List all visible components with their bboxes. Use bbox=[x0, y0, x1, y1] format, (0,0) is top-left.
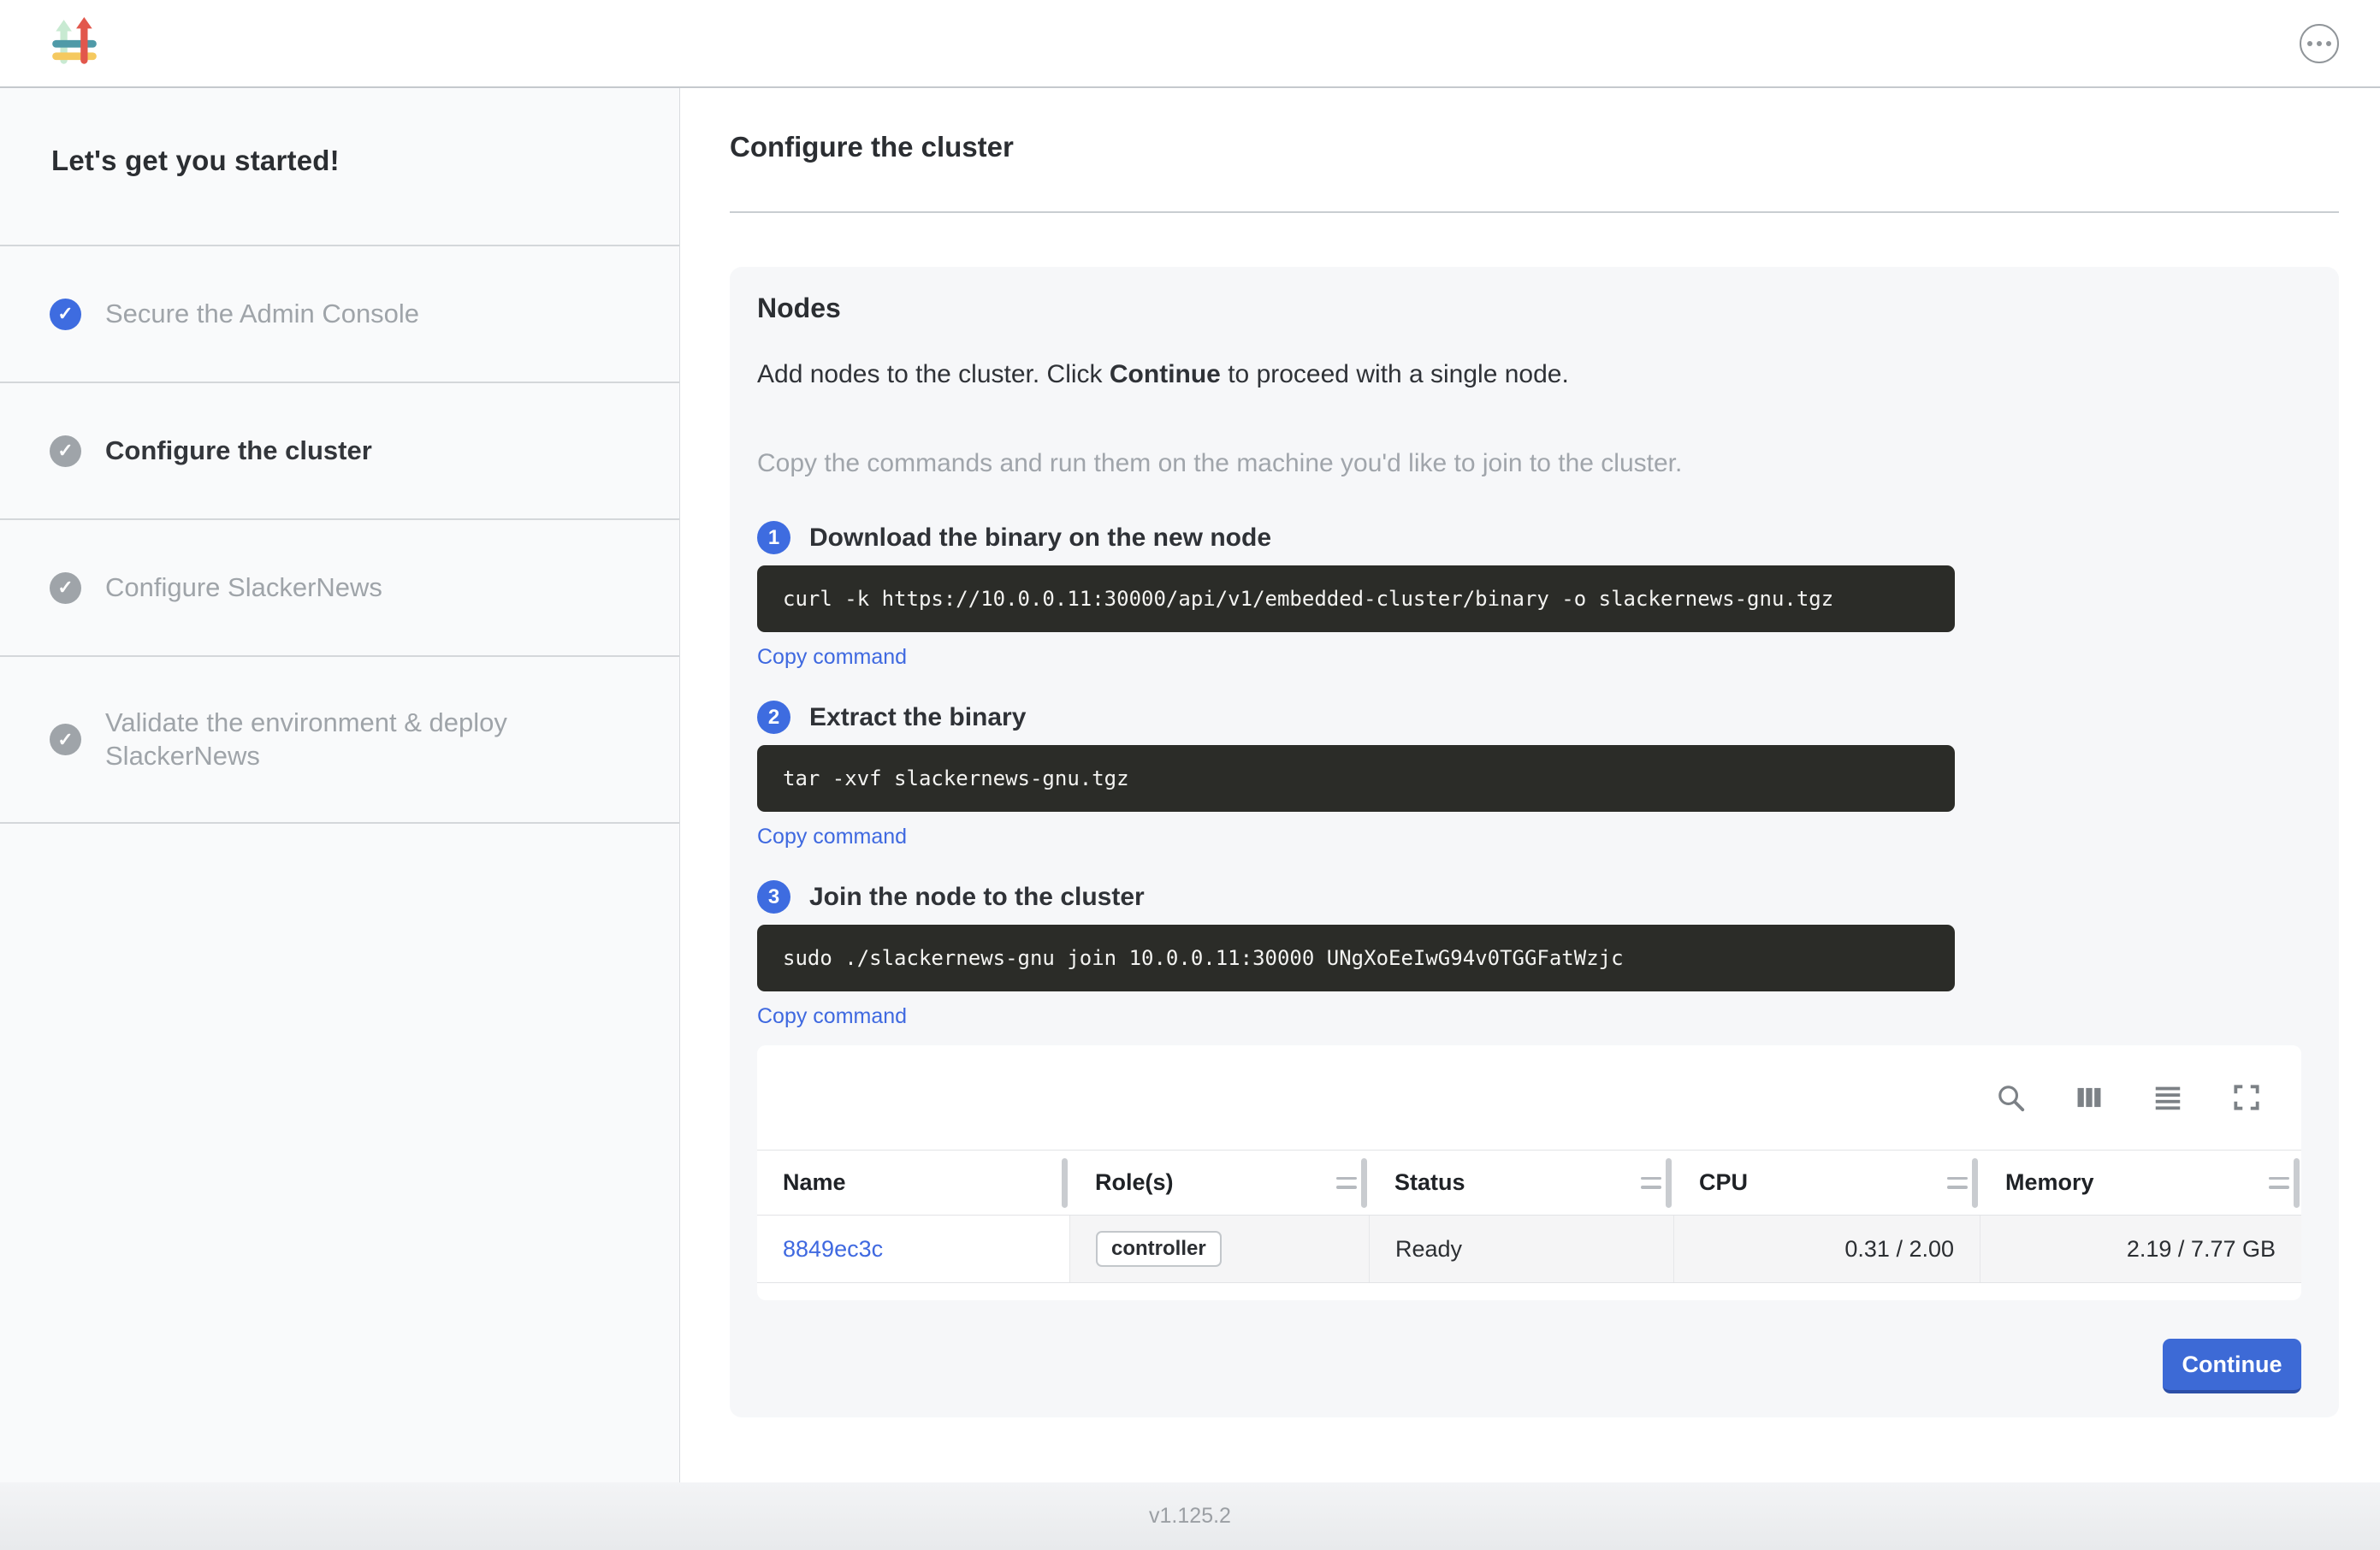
column-header-roles[interactable]: Role(s) bbox=[1069, 1151, 1369, 1215]
column-menu-icon[interactable] bbox=[1947, 1177, 1968, 1189]
table-header-row: Name Role(s) Status bbox=[757, 1151, 2301, 1215]
step-2-copy-command-link[interactable]: Copy command bbox=[757, 825, 907, 849]
columns-icon[interactable] bbox=[2072, 1080, 2106, 1115]
node-memory-cell: 2.19 / 7.77 GB bbox=[1980, 1216, 2301, 1282]
column-resize-handle[interactable] bbox=[1666, 1158, 1672, 1208]
density-icon[interactable] bbox=[2151, 1080, 2185, 1115]
sidebar-title: Let's get you started! bbox=[0, 88, 679, 246]
sidebar-item-label: Validate the environment & deploy Slacke… bbox=[105, 707, 628, 773]
title-divider bbox=[730, 211, 2339, 213]
nodes-heading: Nodes bbox=[757, 293, 2301, 324]
step-1-title: Download the binary on the new node bbox=[809, 524, 1271, 553]
nodes-intro: Add nodes to the cluster. Click Continue… bbox=[757, 360, 2301, 389]
step-2-command: tar -xvf slackernews-gnu.tgz bbox=[783, 766, 1129, 790]
step-2-title: Extract the binary bbox=[809, 703, 1026, 732]
column-resize-handle[interactable] bbox=[1972, 1158, 1978, 1208]
node-cpu-cell: 0.31 / 2.00 bbox=[1673, 1216, 1980, 1282]
node-role-cell: controller bbox=[1069, 1216, 1369, 1282]
overflow-menu-button[interactable] bbox=[2300, 24, 2339, 63]
main-content: Configure the cluster Nodes Add nodes to… bbox=[680, 88, 2380, 1482]
step-3-title: Join the node to the cluster bbox=[809, 883, 1145, 912]
sidebar-item-configure-slackernews: ✓ Configure SlackerNews bbox=[0, 520, 679, 657]
sidebar-item-label: Secure the Admin Console bbox=[105, 298, 419, 331]
column-header-name[interactable]: Name bbox=[757, 1151, 1069, 1215]
check-pending-icon: ✓ bbox=[50, 724, 81, 755]
step-1-copy-command-link[interactable]: Copy command bbox=[757, 645, 907, 670]
step-3-number-badge: 3 bbox=[757, 880, 790, 914]
step-2-number-badge: 2 bbox=[757, 701, 790, 734]
check-pending-icon: ✓ bbox=[50, 572, 81, 604]
column-resize-handle[interactable] bbox=[1062, 1158, 1068, 1208]
page-title: Configure the cluster bbox=[730, 131, 2339, 163]
column-header-memory[interactable]: Memory bbox=[1980, 1151, 2301, 1215]
sidebar-item-validate-deploy: ✓ Validate the environment & deploy Slac… bbox=[0, 657, 679, 824]
step-3-command: sudo ./slackernews-gnu join 10.0.0.11:30… bbox=[783, 946, 1624, 970]
column-menu-icon[interactable] bbox=[2269, 1177, 2289, 1189]
step-1-number-badge: 1 bbox=[757, 521, 790, 554]
column-header-cpu[interactable]: CPU bbox=[1673, 1151, 1980, 1215]
card-actions: Continue bbox=[757, 1339, 2301, 1393]
top-bar bbox=[0, 0, 2380, 88]
continue-button[interactable]: Continue bbox=[2163, 1339, 2301, 1393]
step-1-header: 1 Download the binary on the new node bbox=[757, 521, 2301, 554]
role-badge: controller bbox=[1096, 1231, 1222, 1267]
node-name-link[interactable]: 8849ec3c bbox=[783, 1236, 883, 1263]
nodes-card: Nodes Add nodes to the cluster. Click Co… bbox=[730, 267, 2339, 1417]
table-toolbar bbox=[757, 1045, 2301, 1150]
version-label: v1.125.2 bbox=[1149, 1504, 1231, 1529]
column-header-status[interactable]: Status bbox=[1369, 1151, 1673, 1215]
step-2-header: 2 Extract the binary bbox=[757, 701, 2301, 734]
step-3-header: 3 Join the node to the cluster bbox=[757, 880, 2301, 914]
continue-emphasis: Continue bbox=[1110, 360, 1221, 388]
step-1-command-block: curl -k https://10.0.0.11:30000/api/v1/e… bbox=[757, 565, 1955, 632]
step-2-command-block: tar -xvf slackernews-gnu.tgz bbox=[757, 745, 1955, 812]
fullscreen-icon[interactable] bbox=[2229, 1080, 2264, 1115]
check-complete-icon: ✓ bbox=[50, 299, 81, 330]
sidebar-item-label: Configure SlackerNews bbox=[105, 571, 382, 605]
step-1-command: curl -k https://10.0.0.11:30000/api/v1/e… bbox=[783, 587, 1833, 611]
ellipsis-icon bbox=[2307, 41, 2312, 46]
column-resize-handle[interactable] bbox=[1361, 1158, 1367, 1208]
node-status-cell: Ready bbox=[1369, 1216, 1673, 1282]
sidebar-item-configure-cluster: ✓ Configure the cluster bbox=[0, 383, 679, 520]
page: Let's get you started! ✓ Secure the Admi… bbox=[0, 0, 2380, 1550]
search-icon[interactable] bbox=[1993, 1080, 2028, 1115]
nodes-table-panel: Name Role(s) Status bbox=[757, 1045, 2301, 1300]
column-menu-icon[interactable] bbox=[1336, 1177, 1357, 1189]
body: Let's get you started! ✓ Secure the Admi… bbox=[0, 88, 2380, 1482]
check-pending-icon: ✓ bbox=[50, 435, 81, 467]
footer: v1.125.2 bbox=[0, 1482, 2380, 1550]
step-3-copy-command-link[interactable]: Copy command bbox=[757, 1004, 907, 1029]
node-name-cell: 8849ec3c bbox=[757, 1216, 1069, 1282]
sidebar-item-secure-admin-console: ✓ Secure the Admin Console bbox=[0, 246, 679, 383]
table-row: 8849ec3c controller Ready 0.31 / 2.00 2.… bbox=[757, 1215, 2301, 1283]
copy-instructions: Copy the commands and run them on the ma… bbox=[757, 449, 2301, 478]
column-resize-handle[interactable] bbox=[2294, 1158, 2300, 1208]
nodes-data-grid: Name Role(s) Status bbox=[757, 1150, 2301, 1283]
sidebar-item-label: Configure the cluster bbox=[105, 435, 372, 468]
column-menu-icon[interactable] bbox=[1641, 1177, 1661, 1189]
step-3-command-block: sudo ./slackernews-gnu join 10.0.0.11:30… bbox=[757, 925, 1955, 991]
setup-steps-sidebar: Let's get you started! ✓ Secure the Admi… bbox=[0, 88, 680, 1482]
slackernews-logo-icon bbox=[48, 17, 101, 70]
